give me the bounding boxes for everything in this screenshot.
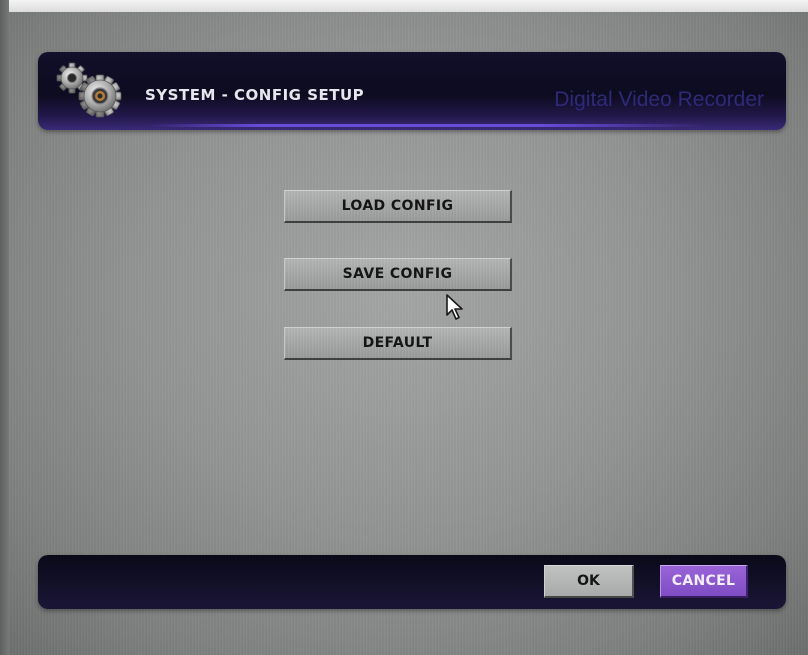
cancel-button[interactable]: CANCEL (660, 565, 748, 598)
ok-button[interactable]: OK (544, 565, 634, 598)
brand-label: Digital Video Recorder (554, 88, 764, 111)
load-config-button[interactable]: LOAD CONFIG (284, 190, 512, 223)
gears-icon (56, 62, 122, 118)
header-bar: SYSTEM - CONFIG SETUP Digital Video Reco… (38, 52, 786, 130)
monitor-bezel-left (0, 0, 9, 655)
header-underline (148, 124, 708, 127)
page-title: SYSTEM - CONFIG SETUP (145, 86, 365, 104)
dvr-screen: SYSTEM - CONFIG SETUP Digital Video Reco… (0, 0, 808, 655)
monitor-bezel-top (0, 0, 808, 12)
footer-bar: OK CANCEL (38, 555, 786, 609)
default-button[interactable]: DEFAULT (284, 327, 512, 360)
save-config-button[interactable]: SAVE CONFIG (284, 258, 512, 291)
mouse-pointer-icon (446, 294, 463, 320)
